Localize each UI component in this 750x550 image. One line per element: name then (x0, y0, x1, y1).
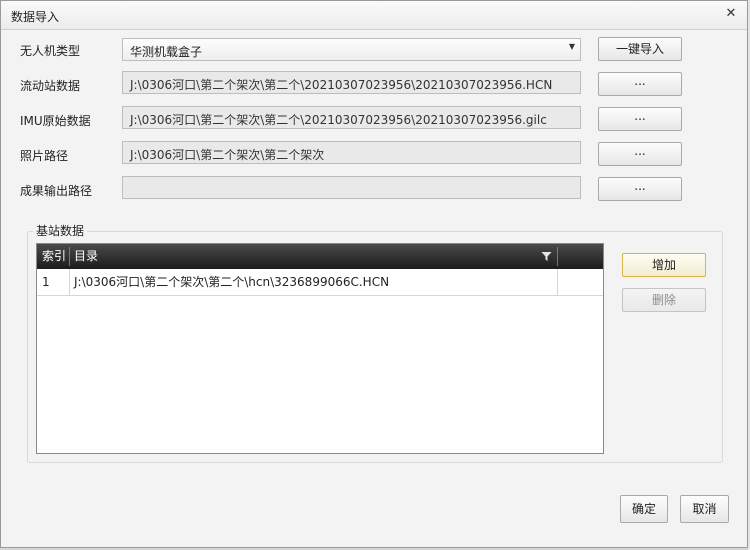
cancel-button[interactable]: 取消 (680, 495, 729, 523)
column-divider (557, 247, 558, 266)
dialog-title: 数据导入 (11, 10, 60, 24)
uav-type-value: 华测机载盒子 (130, 45, 203, 59)
output-path-field[interactable] (122, 176, 581, 199)
photo-path-field[interactable]: J:\0306河口\第二个架次\第二个架次 (122, 141, 581, 164)
rover-browse-button[interactable]: ... (598, 72, 682, 96)
table-header: 索引 目录 (37, 244, 603, 269)
column-divider (69, 247, 70, 266)
rover-data-field[interactable]: J:\0306河口\第二个架次\第二个\20210307023956\20210… (122, 71, 581, 94)
column-header-index[interactable]: 索引 (42, 244, 72, 269)
imu-browse-button[interactable]: ... (598, 107, 682, 131)
filter-icon[interactable] (541, 251, 552, 262)
uav-type-label: 无人机类型 (20, 44, 81, 58)
photo-browse-button[interactable]: ... (598, 142, 682, 166)
output-browse-button[interactable]: ... (598, 177, 682, 201)
delete-button[interactable]: 删除 (622, 288, 706, 312)
one-key-import-button[interactable]: 一键导入 (598, 37, 682, 61)
base-station-group-title: 基站数据 (33, 222, 88, 239)
close-icon[interactable]: ✕ (723, 6, 739, 22)
table-row[interactable]: 1 J:\0306河口\第二个架次\第二个\hcn\3236899066C.HC… (37, 269, 603, 296)
output-path-label: 成果输出路径 (20, 184, 93, 198)
uav-type-select[interactable]: 华测机载盒子 ▼ (122, 38, 581, 61)
chevron-down-icon[interactable]: ▼ (569, 42, 575, 51)
imu-data-label: IMU原始数据 (20, 114, 91, 128)
cell-divider (557, 269, 558, 295)
data-import-dialog: 数据导入 ✕ 无人机类型 华测机载盒子 ▼ 一键导入 流动站数据 J:\0306… (0, 0, 748, 548)
photo-path-label: 照片路径 (20, 149, 69, 163)
base-station-table[interactable]: 索引 目录 1 J:\0306河口\第二个架次\第二个\hcn\32368990… (36, 243, 604, 454)
ok-button[interactable]: 确定 (620, 495, 668, 523)
column-header-directory[interactable]: 目录 (74, 244, 514, 269)
add-button[interactable]: 增加 (622, 253, 706, 277)
imu-data-field[interactable]: J:\0306河口\第二个架次\第二个\20210307023956\20210… (122, 106, 581, 129)
row-index-cell: 1 (42, 275, 50, 289)
row-path-cell: J:\0306河口\第二个架次\第二个\hcn\3236899066C.HCN (74, 275, 390, 289)
dialog-titlebar: 数据导入 ✕ (1, 1, 747, 30)
rover-data-label: 流动站数据 (20, 79, 81, 93)
cell-divider (69, 269, 70, 295)
